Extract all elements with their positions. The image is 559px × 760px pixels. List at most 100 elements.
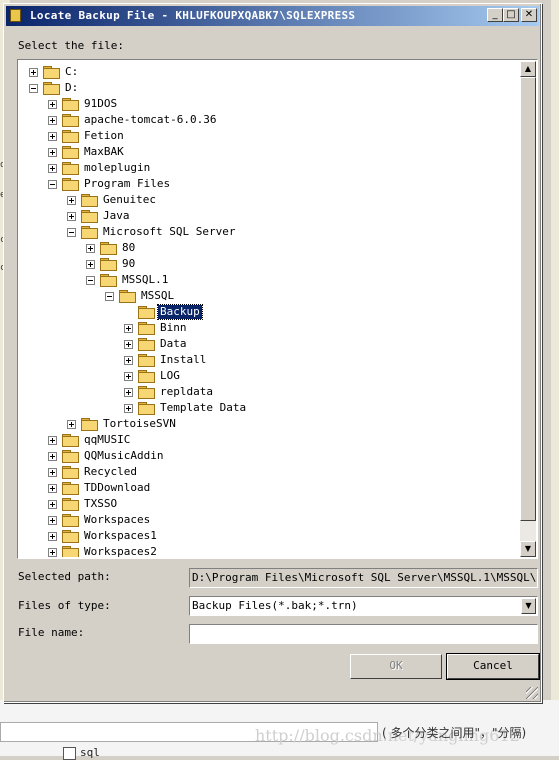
tree-node[interactable]: Install — [19, 352, 520, 368]
collapse-minus-icon[interactable] — [86, 276, 95, 285]
folder-icon — [81, 194, 98, 207]
dialog-title: Locate Backup File - KHLUFKOUPXQABK7\SQL… — [30, 9, 356, 22]
tree-node[interactable]: apache-tomcat-6.0.36 — [19, 112, 520, 128]
scroll-thumb[interactable] — [520, 77, 536, 521]
expand-plus-icon[interactable] — [67, 196, 76, 205]
title-bar[interactable]: Locate Backup File - KHLUFKOUPXQABK7\SQL… — [6, 6, 539, 26]
folder-icon — [100, 258, 117, 271]
tree-node[interactable]: TortoiseSVN — [19, 416, 520, 432]
expand-plus-icon[interactable] — [124, 372, 133, 381]
scroll-down-button[interactable]: ▼ — [520, 541, 536, 557]
file-tree-items: C: D: 91DOS apache-tomcat-6.0.36 Fetion MaxBA… — [19, 61, 520, 557]
expand-plus-icon[interactable] — [48, 500, 57, 509]
tree-node[interactable]: repldata — [19, 384, 520, 400]
expand-plus-icon[interactable] — [124, 404, 133, 413]
folder-icon — [62, 178, 79, 191]
folder-icon — [62, 482, 79, 495]
expand-plus-icon[interactable] — [48, 164, 57, 173]
expand-plus-icon[interactable] — [48, 148, 57, 157]
expand-plus-icon[interactable] — [86, 260, 95, 269]
tree-node[interactable]: 90 — [19, 256, 520, 272]
tree-node[interactable]: Data — [19, 336, 520, 352]
tree-node[interactable]: Microsoft SQL Server — [19, 224, 520, 240]
expand-plus-icon[interactable] — [67, 212, 76, 221]
tree-node-label: apache-tomcat-6.0.36 — [84, 113, 217, 126]
tree-node-label: Backup — [157, 304, 203, 320]
tree-node[interactable]: qqMUSIC — [19, 432, 520, 448]
app-icon — [10, 9, 21, 22]
collapse-minus-icon[interactable] — [48, 180, 57, 189]
tree-vertical-scrollbar[interactable]: ▲ ▼ — [520, 61, 536, 557]
tree-node[interactable]: Fetion — [19, 128, 520, 144]
minimize-button[interactable]: _ — [487, 8, 503, 22]
expand-plus-icon[interactable] — [67, 420, 76, 429]
tree-node[interactable]: 91DOS — [19, 96, 520, 112]
tree-node[interactable]: Backup — [19, 304, 520, 320]
background-sql-checkbox[interactable] — [63, 747, 76, 760]
chevron-down-icon[interactable]: ▼ — [521, 598, 536, 614]
files-of-type-value: Backup Files(*.bak;*.trn) — [192, 599, 358, 612]
tree-node[interactable]: 80 — [19, 240, 520, 256]
files-of-type-select[interactable]: Backup Files(*.bak;*.trn) ▼ — [189, 596, 538, 616]
expand-plus-icon[interactable] — [124, 324, 133, 333]
tree-node-label: TDDownload — [84, 481, 151, 494]
expand-plus-icon[interactable] — [48, 452, 57, 461]
selected-path-field[interactable]: D:\Program Files\Microsoft SQL Server\MS… — [189, 568, 538, 588]
expand-plus-icon[interactable] — [48, 132, 57, 141]
tree-node-label: MSSQL — [141, 289, 175, 302]
tree-node[interactable]: moleplugin — [19, 160, 520, 176]
tree-node-label: 80 — [122, 241, 136, 254]
close-button[interactable]: ✕ — [521, 8, 537, 22]
tree-node[interactable]: MSSQL.1 — [19, 272, 520, 288]
expand-plus-icon[interactable] — [48, 484, 57, 493]
folder-icon — [100, 242, 117, 255]
expand-plus-icon[interactable] — [48, 436, 57, 445]
collapse-minus-icon[interactable] — [105, 292, 114, 301]
tree-node[interactable]: TXSSO — [19, 496, 520, 512]
tree-node[interactable]: C: — [19, 64, 520, 80]
folder-icon — [81, 226, 98, 239]
expand-plus-icon[interactable] — [86, 244, 95, 253]
expand-plus-icon[interactable] — [48, 548, 57, 557]
tree-node[interactable]: Program Files — [19, 176, 520, 192]
expand-plus-icon[interactable] — [29, 68, 38, 77]
tree-node[interactable]: Java — [19, 208, 520, 224]
tree-node[interactable]: LOG — [19, 368, 520, 384]
expand-plus-icon[interactable] — [124, 356, 133, 365]
tree-node[interactable]: Recycled — [19, 464, 520, 480]
expand-plus-icon[interactable] — [48, 468, 57, 477]
expand-plus-icon[interactable] — [48, 100, 57, 109]
maximize-button[interactable]: □ — [503, 8, 519, 22]
folder-icon — [100, 274, 117, 287]
collapse-minus-icon[interactable] — [67, 228, 76, 237]
tree-node[interactable]: MSSQL — [19, 288, 520, 304]
tree-node[interactable]: QQMusicAddin — [19, 448, 520, 464]
expand-plus-icon[interactable] — [124, 340, 133, 349]
scroll-up-button[interactable]: ▲ — [520, 61, 536, 77]
tree-node[interactable]: D: — [19, 80, 520, 96]
tree-node-label: repldata — [160, 385, 213, 398]
tree-node[interactable]: MaxBAK — [19, 144, 520, 160]
folder-icon — [81, 210, 98, 223]
cancel-button[interactable]: Cancel — [446, 653, 540, 680]
file-tree[interactable]: C: D: 91DOS apache-tomcat-6.0.36 Fetion MaxBA… — [17, 59, 538, 559]
tree-node[interactable]: Template Data — [19, 400, 520, 416]
tree-node-label: Recycled — [84, 465, 137, 478]
tree-node[interactable]: Genuitec — [19, 192, 520, 208]
expand-plus-icon[interactable] — [124, 388, 133, 397]
tree-node-label: moleplugin — [84, 161, 151, 174]
tree-node[interactable]: Workspaces — [19, 512, 520, 528]
expand-plus-icon[interactable] — [48, 516, 57, 525]
ok-button[interactable]: OK — [350, 654, 442, 679]
tree-node[interactable]: Workspaces2 — [19, 544, 520, 557]
tree-node[interactable]: Workspaces1 — [19, 528, 520, 544]
tree-node-label: Data — [160, 337, 187, 350]
collapse-minus-icon[interactable] — [29, 84, 38, 93]
tree-node[interactable]: TDDownload — [19, 480, 520, 496]
file-name-input[interactable] — [189, 624, 538, 644]
resize-grip[interactable] — [526, 687, 538, 699]
expand-plus-icon[interactable] — [48, 116, 57, 125]
tree-node-label: qqMUSIC — [84, 433, 131, 446]
tree-node[interactable]: Binn — [19, 320, 520, 336]
expand-plus-icon[interactable] — [48, 532, 57, 541]
